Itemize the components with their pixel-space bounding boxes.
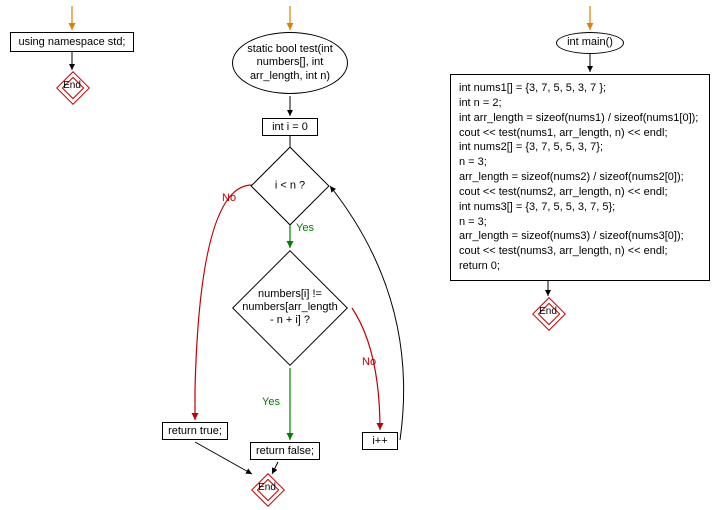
cond1-yes-label: Yes <box>296 222 314 234</box>
node-text: i < n ? <box>251 179 329 192</box>
end-node-col3: End <box>531 296 565 330</box>
main-body-node: int nums1[] = {3, 7, 5, 5, 3, 7 }; int n… <box>450 74 710 281</box>
end-label: End <box>531 306 565 317</box>
node-text: return true; <box>168 425 222 437</box>
cond1-diamond: i < n ? <box>262 158 318 214</box>
init-node: int i = 0 <box>262 118 318 136</box>
node-text: int i = 0 <box>272 121 308 133</box>
end-node-col1: End <box>55 70 89 104</box>
using-namespace-node: using namespace std; <box>10 32 134 52</box>
return-false-node: return false; <box>250 442 320 460</box>
return-true-node: return true; <box>162 422 228 440</box>
cond2-no-label: No <box>362 356 376 368</box>
main-decl-node: int main() <box>556 32 624 54</box>
cond2-diamond: numbers[i] != numbers[arr_length - n + i… <box>232 250 348 366</box>
node-text: numbers[i] != numbers[arr_length - n + i… <box>226 288 354 328</box>
node-text: return false; <box>256 445 314 457</box>
increment-node: i++ <box>362 432 398 450</box>
node-text: i++ <box>372 435 387 447</box>
func-decl-node: static bool test(int numbers[], int arr_… <box>232 32 348 94</box>
end-label: End <box>250 482 284 493</box>
node-text: int nums1[] = {3, 7, 5, 5, 3, 7 }; int n… <box>459 82 698 272</box>
node-text: int main() <box>567 36 613 49</box>
end-label: End <box>55 80 89 91</box>
end-node-col2: End <box>250 472 284 506</box>
node-text: using namespace std; <box>18 36 125 48</box>
cond2-yes-label: Yes <box>262 396 280 408</box>
node-text: static bool test(int numbers[], int arr_… <box>247 43 333 83</box>
cond1-no-label: No <box>222 192 236 204</box>
